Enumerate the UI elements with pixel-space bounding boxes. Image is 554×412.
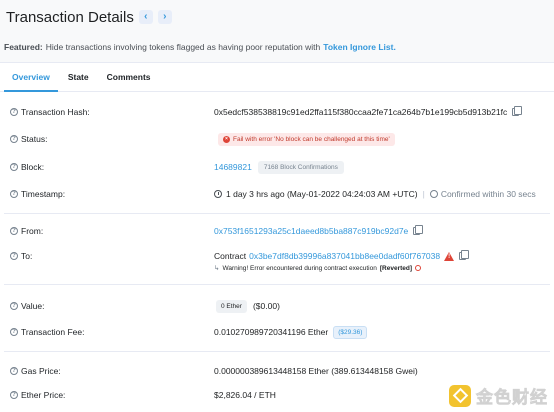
copy-icon[interactable] bbox=[512, 106, 523, 116]
copy-icon[interactable] bbox=[413, 225, 424, 235]
copy-icon[interactable] bbox=[459, 250, 470, 260]
tx-hash-label: Transaction Hash: bbox=[21, 107, 90, 117]
help-icon[interactable]: ? bbox=[10, 135, 18, 143]
confirmations-badge: 7168 Block Confirmations bbox=[257, 160, 344, 174]
gas-value: 0.000000389613448158 Ether (389.61344815… bbox=[214, 366, 418, 376]
tab-bar: Overview State Comments bbox=[0, 63, 554, 92]
divider bbox=[4, 284, 550, 285]
row-status: ? Status: × Fail with error 'No block can … bbox=[0, 131, 554, 147]
fee-label: Transaction Fee: bbox=[21, 327, 85, 337]
watermark-logo-icon bbox=[449, 384, 471, 407]
tx-hash-value: 0x5edcf538538819c91ed2ffa115f380ccaa2fe7… bbox=[214, 107, 508, 117]
divider bbox=[4, 351, 550, 352]
timestamp-value: 1 day 3 hrs ago (May-01-2022 04:24:03 AM… bbox=[226, 189, 418, 199]
warning-text: Warning! Error encountered during contra… bbox=[222, 264, 377, 272]
watermark: 金色财经 bbox=[449, 383, 548, 408]
featured-label: Featured: bbox=[4, 42, 43, 52]
page: Transaction Details ‹ › Featured: Hide t… bbox=[0, 0, 554, 412]
block-label: Block: bbox=[21, 162, 45, 172]
help-icon[interactable]: ? bbox=[10, 252, 18, 260]
token-ignore-list-link[interactable]: Token Ignore List. bbox=[323, 42, 396, 52]
tab-state[interactable]: State bbox=[60, 72, 97, 91]
clock-icon bbox=[214, 190, 222, 198]
help-icon[interactable]: ? bbox=[10, 391, 18, 399]
watermark-text: 金色财经 bbox=[476, 388, 548, 409]
reverted-label: [Reverted] bbox=[379, 264, 413, 272]
ether-value-badge: 0 Ether bbox=[216, 299, 247, 313]
row-timestamp: ? Timestamp: 1 day 3 hrs ago (May-01-2022… bbox=[0, 188, 554, 200]
help-icon[interactable]: ? bbox=[10, 328, 18, 336]
row-value: ? Value: 0 Ether ($0.00) bbox=[0, 299, 554, 313]
help-icon[interactable]: ? bbox=[10, 163, 18, 171]
status-value: Fail with error 'No block can be challen… bbox=[233, 135, 390, 143]
row-tx-hash: ? Transaction Hash: 0x5edcf538538819c91ed… bbox=[0, 106, 554, 118]
hourglass-icon bbox=[429, 190, 438, 198]
warning-icon: ! bbox=[444, 251, 455, 261]
help-icon[interactable]: ? bbox=[10, 302, 18, 310]
tab-overview[interactable]: Overview bbox=[4, 72, 58, 92]
fee-value: 0.010270989720341196 Ether bbox=[214, 327, 329, 337]
row-to-warning: ↳ Warning! Error encountered during contr… bbox=[0, 263, 554, 273]
from-label: From: bbox=[21, 226, 44, 236]
status-badge: × Fail with error 'No block can be challe… bbox=[218, 132, 395, 146]
to-label: To: bbox=[21, 251, 33, 261]
ether-price-value: $2,826.04 / ETH bbox=[214, 390, 276, 400]
ether-price-label: Ether Price: bbox=[21, 390, 66, 400]
featured-text: Hide transactions involving tokens flagg… bbox=[45, 42, 321, 52]
from-address-link[interactable]: 0x753f1651293a25c1daeed8b5ba887c919bc92d… bbox=[214, 226, 408, 236]
row-to: ? To: Contract 0x3be7df8db39996a837041bb8e… bbox=[0, 250, 554, 262]
row-block: ? Block: 14689821 7168 Block Confirmations bbox=[0, 160, 554, 174]
error-icon: × bbox=[223, 135, 230, 143]
row-from: ? From: 0x753f1651293a25c1daeed8b5ba887c9… bbox=[0, 225, 554, 237]
page-title: Transaction Details bbox=[6, 8, 134, 26]
timestamp-label: Timestamp: bbox=[21, 189, 66, 199]
row-gas: ? Gas Price: 0.000000389613448158 Ether (… bbox=[0, 365, 554, 377]
status-label: Status: bbox=[21, 134, 48, 144]
prev-transaction-button[interactable]: ‹ bbox=[138, 10, 153, 24]
row-fee: ? Transaction Fee: 0.010270989720341196 E… bbox=[0, 325, 554, 339]
gas-label: Gas Price: bbox=[21, 366, 61, 376]
tab-comments[interactable]: Comments bbox=[99, 72, 159, 91]
confirmed-within: Confirmed within 30 secs bbox=[440, 189, 536, 199]
featured-banner: Featured: Hide transactions involving to… bbox=[0, 38, 554, 56]
transaction-card: Overview State Comments ? Transaction Has… bbox=[0, 62, 554, 412]
value-label: Value: bbox=[21, 301, 45, 311]
page-header: Transaction Details ‹ › bbox=[0, 0, 554, 34]
warning-arrow: ↳ bbox=[214, 265, 220, 272]
block-number-link[interactable]: 14689821 bbox=[214, 162, 252, 172]
separator: | bbox=[422, 189, 425, 199]
help-icon[interactable]: ? bbox=[10, 190, 18, 198]
contract-prefix: Contract bbox=[214, 251, 247, 261]
info-icon bbox=[415, 265, 422, 271]
to-address-link[interactable]: 0x3be7df8db39996a837041bb8ee0dadf60f7670… bbox=[249, 251, 440, 261]
help-icon[interactable]: ? bbox=[10, 108, 18, 116]
help-icon[interactable]: ? bbox=[10, 367, 18, 375]
fee-usd-badge: ($29.36) bbox=[333, 325, 368, 339]
value-usd: ($0.00) bbox=[252, 301, 280, 311]
help-icon[interactable]: ? bbox=[10, 227, 18, 235]
next-transaction-button[interactable]: › bbox=[157, 10, 172, 24]
divider bbox=[4, 213, 550, 214]
